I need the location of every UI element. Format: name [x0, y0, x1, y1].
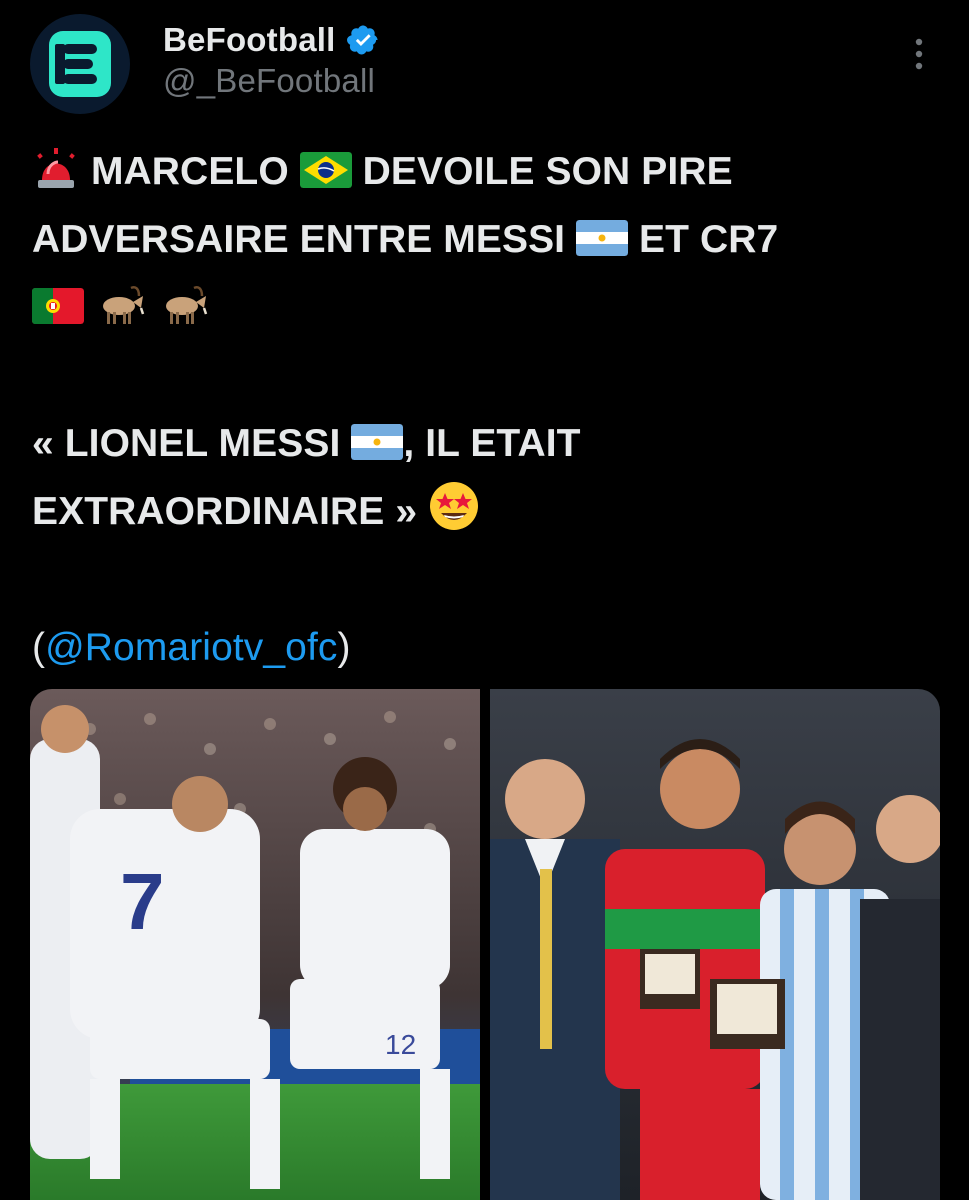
photo-real-madrid-celebration[interactable]: 7 12	[30, 689, 480, 1200]
portugal-flag-icon	[32, 288, 84, 324]
mention-close-paren: )	[337, 626, 351, 669]
brazil-flag-icon	[299, 152, 352, 188]
goat-emoji-icon	[102, 286, 145, 324]
media-grid: 7 12	[30, 689, 940, 1200]
siren-emoji-icon	[37, 148, 75, 188]
svg-text:12: 12	[385, 1029, 416, 1060]
quote-line-1-text-a: « LIONEL MESSI	[32, 422, 341, 465]
quote-line-2: EXTRAORDINAIRE »	[32, 478, 932, 546]
post-line-3	[32, 274, 932, 342]
argentina-flag-icon	[576, 220, 629, 256]
post-header: BeFootball @_BeFootball	[0, 0, 969, 125]
quote-line-1-text-b: , IL ETAIT	[403, 422, 581, 465]
post-line-2-text-a: ADVERSAIRE ENTRE MESSI	[32, 218, 566, 261]
post-text: MARCELO DEVOILE SON PIRE ADVERSAIRE ENTR…	[32, 138, 932, 682]
photo-right-art	[490, 689, 940, 1200]
argentina-flag-icon	[351, 424, 404, 460]
mention-line: (@Romariotv_ofc)	[32, 614, 932, 682]
mention-link[interactable]: @Romariotv_ofc	[45, 626, 337, 669]
photo-messi-ronaldo-award[interactable]	[490, 689, 940, 1200]
handle[interactable]: @_BeFootball	[163, 62, 375, 100]
goat-emoji-icon	[165, 286, 208, 324]
avatar[interactable]	[30, 14, 130, 114]
star-struck-emoji-icon	[430, 482, 479, 530]
svg-text:7: 7	[120, 857, 165, 946]
photo-left-art: 7 12	[30, 689, 480, 1200]
post-line-2: ADVERSAIRE ENTRE MESSI ET CR7	[32, 206, 932, 274]
post-line-1-text-a: MARCELO	[90, 150, 289, 193]
post-line-1: MARCELO DEVOILE SON PIRE	[32, 138, 932, 206]
post-line-1-text-b: DEVOILE SON PIRE	[362, 150, 733, 193]
mention-open-paren: (	[32, 626, 46, 669]
display-name[interactable]: BeFootball	[163, 21, 336, 59]
post-line-2-text-b: ET CR7	[639, 218, 779, 261]
quote-line-2-text: EXTRAORDINAIRE »	[32, 490, 418, 533]
befootball-logo-icon	[49, 31, 111, 97]
more-vertical-icon[interactable]	[905, 34, 933, 74]
verified-badge-icon	[346, 25, 378, 55]
quote-line-1: « LIONEL MESSI , IL ETAIT	[32, 410, 932, 478]
name-row[interactable]: BeFootball	[163, 18, 380, 62]
